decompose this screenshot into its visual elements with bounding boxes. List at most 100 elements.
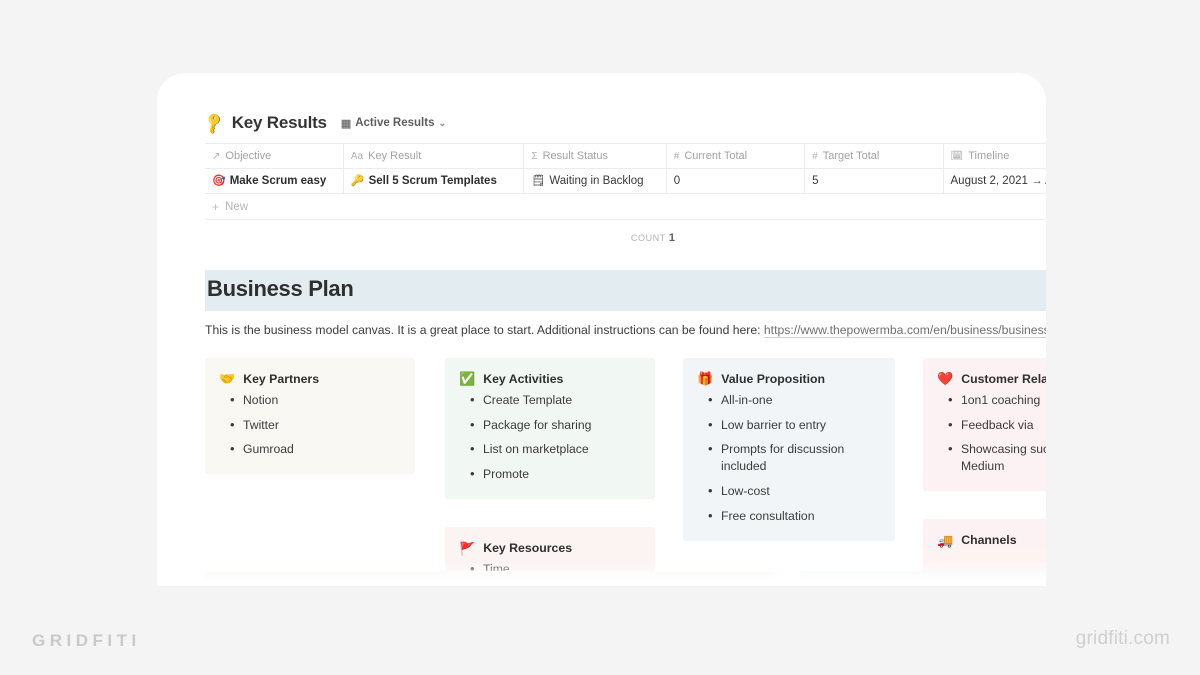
column-header-result-status[interactable]: Σ Result Status: [523, 143, 667, 169]
chevron-down-icon: ⌄: [438, 117, 447, 128]
key-icon: 🔑: [201, 110, 227, 136]
list-item[interactable]: Gumroad: [230, 440, 399, 458]
cell-result-status[interactable]: 🗒 Waiting in Backlog: [523, 168, 667, 194]
card-title: Value Proposition: [721, 371, 826, 386]
card-key-partners[interactable]: 🤝 Key Partners Notion Twitter Gumroad: [205, 357, 415, 475]
card-value-proposition[interactable]: 🎁 Value Proposition All-in-one Low barri…: [683, 357, 895, 541]
canvas-column-3: 🎁 Value Proposition All-in-one Low barri…: [683, 357, 895, 569]
objective-value: Make Scrum easy: [229, 175, 327, 187]
canvas-column-2: ✅ Key Activities Create Template Package…: [445, 357, 655, 586]
number-icon: #: [673, 150, 680, 162]
business-plan-heading-block: Business Plan: [205, 270, 1046, 311]
plus-icon: +: [212, 199, 220, 214]
result-status-value: Waiting in Backlog: [549, 175, 644, 187]
card-header: ❤️ Customer Relationships: [935, 372, 1046, 386]
table-header-row: ↗ Objective Aa Key Result Σ Result Status #…: [205, 143, 1046, 169]
cell-timeline[interactable]: August 2, 2021 → Augu: [943, 168, 1046, 194]
check-mark-icon: ✅: [459, 371, 476, 387]
table-row[interactable]: 🎯 Make Scrum easy 🔑 Sell 5 Scrum Templates…: [205, 168, 1046, 194]
cell-objective[interactable]: 🎯 Make Scrum easy: [205, 168, 344, 194]
card-list: All-in-one Low barrier to entry Prompts …: [695, 391, 879, 525]
card-header: 🚩 Key Resources: [457, 541, 639, 555]
list-item[interactable]: Notion: [230, 391, 399, 409]
list-item[interactable]: List on marketplace: [470, 440, 639, 458]
card-header: 🎁 Value Proposition: [695, 372, 879, 386]
note-icon: 🗒: [531, 174, 546, 187]
list-item[interactable]: Twitter: [230, 416, 399, 434]
cell-current-total[interactable]: 0: [666, 168, 806, 194]
card-list: Notion Twitter Gumroad: [217, 391, 399, 458]
list-item[interactable]: Free consultation: [708, 507, 879, 525]
card-title: Customer Relationships: [961, 371, 1046, 386]
handshake-icon: 🤝: [219, 371, 236, 387]
column-label: Target Total: [822, 150, 880, 162]
column-label: Result Status: [542, 150, 608, 162]
count-label: COUNT: [630, 233, 666, 243]
column-header-current-total[interactable]: # Current Total: [666, 143, 806, 169]
column-header-key-result[interactable]: Aa Key Result: [343, 143, 525, 169]
column-header-objective[interactable]: ↗ Objective: [205, 143, 344, 169]
target-icon: 🎯: [212, 174, 226, 187]
list-item[interactable]: All-in-one: [708, 391, 879, 409]
card-key-activities[interactable]: ✅ Key Activities Create Template Package…: [445, 357, 655, 499]
date-icon: 🗓: [950, 150, 964, 162]
list-item[interactable]: Prompts for discussion included: [708, 440, 879, 475]
list-item[interactable]: Showcasing success on Medium: [948, 440, 1046, 475]
card-revenue-streams-partial[interactable]: [800, 571, 1046, 586]
table-view-icon: ▦: [340, 117, 352, 130]
cell-key-result[interactable]: 🔑 Sell 5 Scrum Templates: [343, 168, 525, 194]
card-title: Channels: [961, 533, 1017, 547]
list-item[interactable]: Low-cost: [708, 482, 879, 500]
card-cost-structure-partial[interactable]: [205, 571, 775, 586]
gridfiti-url: gridfiti.com: [1075, 628, 1170, 649]
add-new-row-button[interactable]: + New: [205, 194, 1046, 220]
card-header: 🚚 Channels: [935, 533, 1046, 547]
list-item[interactable]: Create Template: [470, 391, 639, 409]
page-title: Business Plan: [207, 276, 354, 301]
rollup-icon: Σ: [531, 150, 538, 162]
database-title[interactable]: Key Results: [232, 113, 327, 133]
key-result-value: Sell 5 Scrum Templates: [368, 175, 497, 187]
list-item[interactable]: 1on1 coaching: [948, 391, 1046, 409]
card-list: Create Template Package for sharing List…: [457, 391, 639, 483]
card-channels-tail: [923, 549, 1046, 567]
count-value: 1: [668, 232, 675, 244]
column-label: Key Result: [368, 150, 422, 162]
new-row-label: New: [225, 200, 249, 213]
card-header: 🤝 Key Partners: [217, 372, 399, 386]
list-item[interactable]: Feedback via: [948, 416, 1046, 434]
card-title: Key Resources: [483, 541, 573, 555]
list-item[interactable]: Package for sharing: [470, 416, 639, 434]
card-title: Key Partners: [243, 371, 320, 386]
row-count: COUNT 1: [205, 220, 675, 244]
relation-icon: ↗: [212, 150, 221, 162]
canvas-column-1: 🤝 Key Partners Notion Twitter Gumroad: [205, 357, 415, 502]
key-results-table: ↗ Objective Aa Key Result Σ Result Status #…: [205, 143, 1046, 194]
database-view-name: Active Results: [355, 117, 435, 129]
column-label: Timeline: [968, 150, 1010, 162]
business-model-canvas-link[interactable]: https://www.thepowermba.com/en/business/…: [763, 323, 1046, 338]
business-model-canvas: 🤝 Key Partners Notion Twitter Gumroad ✅ …: [205, 357, 1046, 586]
description-text: This is the business model canvas. It is…: [205, 323, 764, 337]
card-list: 1on1 coaching Feedback via Showcasing su…: [935, 391, 1046, 475]
database-view-selector[interactable]: ▦ Active Results ⌄: [341, 117, 446, 130]
list-item[interactable]: Low barrier to entry: [708, 416, 879, 434]
key-icon: 🔑: [350, 174, 365, 187]
notion-page-content: 🔑 Key Results ▦ Active Results ⌄ ↗ Object…: [157, 73, 1046, 586]
business-plan-description: This is the business model canvas. It is…: [205, 322, 1046, 340]
card-header: ✅ Key Activities: [457, 372, 639, 386]
card-title: Key Activities: [483, 371, 564, 386]
cell-target-total[interactable]: 5: [804, 168, 944, 194]
column-header-target-total[interactable]: # Target Total: [804, 143, 944, 169]
gift-icon: 🎁: [697, 371, 714, 387]
column-label: Objective: [225, 150, 272, 162]
column-label: Current Total: [684, 150, 748, 162]
flag-icon: 🚩: [459, 540, 476, 556]
gridfiti-wordmark: GRIDFITI: [32, 631, 141, 650]
card-customer-relationships[interactable]: ❤️ Customer Relationships 1on1 coaching …: [923, 357, 1046, 491]
column-header-timeline[interactable]: 🗓 Timeline: [943, 143, 1046, 169]
list-item[interactable]: Promote: [470, 465, 639, 483]
truck-icon: 🚚: [937, 532, 954, 548]
database-header: 🔑 Key Results ▦ Active Results ⌄: [157, 73, 1046, 143]
title-icon: Aa: [350, 150, 364, 162]
